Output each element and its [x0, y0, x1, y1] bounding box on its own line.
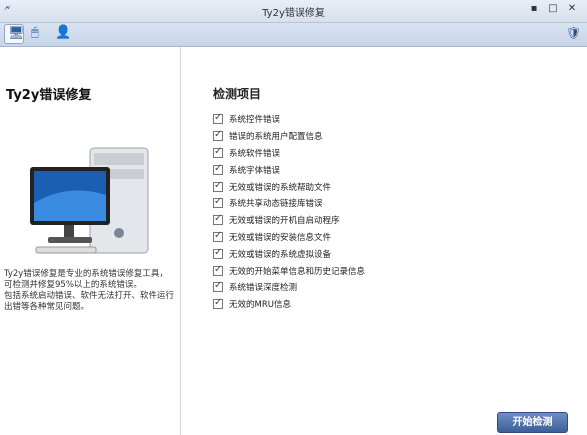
checkbox[interactable]: [213, 264, 223, 276]
check-item[interactable]: 系统控件错误: [213, 111, 365, 128]
title-bar: 🗲 Ty2y错误修复 ▪ □ ✕: [0, 0, 587, 23]
check-item[interactable]: 系统错误深度检测: [213, 279, 365, 296]
person-tool-button[interactable]: 👤: [52, 24, 72, 44]
close-button[interactable]: ✕: [565, 3, 579, 14]
check-item[interactable]: 系统共享动态链接库错误: [213, 195, 365, 212]
check-item[interactable]: 无效的MRU信息: [213, 296, 365, 313]
check-item[interactable]: 无效或错误的系统虚拟设备: [213, 245, 365, 262]
check-items-list: 系统控件错误 错误的系统用户配置信息 系统软件错误 系统字体错误 无效或错误的系…: [213, 111, 365, 313]
checkbox[interactable]: [213, 112, 223, 125]
mouse-tool-button[interactable]: 🖱: [28, 24, 48, 44]
checkbox[interactable]: [213, 297, 223, 310]
maximize-button[interactable]: □: [546, 3, 560, 14]
check-item[interactable]: 系统软件错误: [213, 145, 365, 162]
left-panel: Ty2y错误修复 Ty2y错误修复是专业的系统错误修复工具，可检测并修复95%以…: [0, 47, 181, 435]
shield-icon[interactable]: 🛡: [566, 26, 584, 42]
product-title: Ty2y错误修复: [6, 88, 92, 103]
check-item[interactable]: 无效的开始菜单信息和历史记录信息: [213, 262, 365, 279]
start-scan-button[interactable]: 开始检测: [497, 412, 568, 433]
check-item[interactable]: 无效或错误的安装信息文件: [213, 229, 365, 246]
check-item[interactable]: 系统字体错误: [213, 161, 365, 178]
checklist-heading: 检测项目: [213, 87, 262, 101]
product-description: Ty2y错误修复是专业的系统错误修复工具，可检测并修复95%以上的系统错误。 包…: [4, 269, 175, 312]
check-item[interactable]: 无效或错误的系统帮助文件: [213, 178, 365, 195]
mouse-icon: 🖱: [31, 25, 39, 40]
checkbox[interactable]: [213, 230, 223, 242]
computer-illustration: [30, 147, 149, 254]
checkbox[interactable]: [213, 129, 223, 142]
checkbox[interactable]: [213, 163, 223, 175]
monitor-tool-button[interactable]: 🖥: [4, 24, 25, 44]
checkbox[interactable]: [213, 180, 223, 192]
monitor-icon: 🖥: [8, 26, 25, 41]
checkbox[interactable]: [213, 196, 223, 209]
check-item[interactable]: 无效或错误的开机自启动程序: [213, 212, 365, 229]
checkbox[interactable]: [213, 280, 223, 293]
checkbox[interactable]: [213, 146, 223, 158]
toolbar: 🖥 🖱 👤: [0, 23, 587, 47]
right-panel: 检测项目 系统控件错误 错误的系统用户配置信息 系统软件错误 系统字体错误 无效…: [181, 47, 587, 435]
person-icon: 👤: [55, 25, 72, 40]
minimize-button[interactable]: ▪: [527, 3, 541, 14]
checkbox[interactable]: [213, 213, 223, 226]
window-title: Ty2y错误修复: [262, 8, 325, 19]
checkbox[interactable]: [213, 247, 223, 259]
check-item[interactable]: 错误的系统用户配置信息: [213, 128, 365, 145]
